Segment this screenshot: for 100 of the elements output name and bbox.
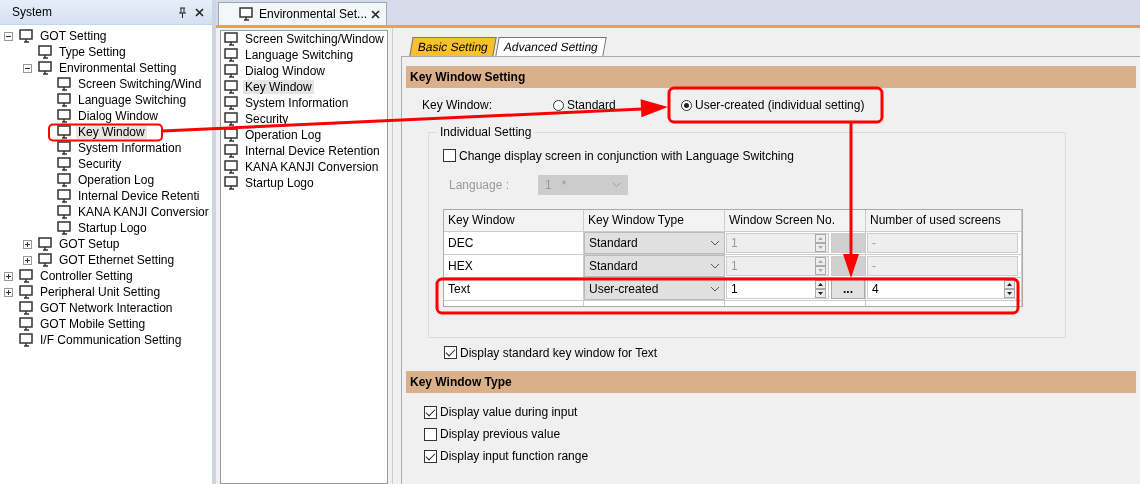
tree-item[interactable]: GOT Setting: [38, 29, 109, 43]
expander-icon[interactable]: [4, 287, 13, 297]
monitor-icon: [38, 253, 54, 267]
document-tab[interactable]: Environmental Set...: [218, 2, 388, 25]
monitor-icon: [19, 269, 35, 283]
settings-tab[interactable]: Basic Setting: [409, 37, 497, 56]
checkbox[interactable]: [424, 449, 437, 463]
group-title: Individual Setting: [439, 125, 533, 139]
tree-item[interactable]: GOT Mobile Setting: [38, 317, 148, 331]
monitor-icon: [224, 112, 240, 126]
field-label: Language :: [449, 178, 511, 192]
radio-button[interactable]: [681, 99, 692, 111]
settings-tab[interactable]: Advanced Setting: [495, 37, 607, 56]
tree-item[interactable]: Type Setting: [57, 45, 128, 59]
checkbox[interactable]: [444, 346, 457, 359]
column-header: Key Window: [444, 210, 584, 232]
monitor-icon: [224, 96, 240, 110]
list-item[interactable]: Internal Device Retention: [243, 144, 382, 158]
monitor-icon: [57, 125, 73, 139]
checkbox-label: Display standard key window for Text: [460, 345, 658, 360]
monitor-icon: [57, 173, 73, 187]
radio-label: Standard: [567, 98, 616, 112]
monitor-icon: [57, 109, 73, 123]
monitor-icon: [38, 61, 54, 75]
list-item[interactable]: Startup Logo: [243, 176, 316, 190]
caret-icon: [710, 263, 720, 269]
monitor-icon: [239, 7, 255, 21]
monitor-icon: [19, 333, 35, 347]
tree-item[interactable]: Peripheral Unit Setting: [38, 285, 163, 299]
tree-item[interactable]: Dialog Window: [76, 109, 161, 123]
radio-label: User-created (individual setting): [695, 98, 865, 112]
tree-item[interactable]: Screen Switching/Wind: [76, 77, 204, 91]
expander-icon[interactable]: [4, 31, 13, 41]
panel-title: System: [12, 5, 53, 19]
column-header: Key Window Type: [584, 210, 725, 232]
list-item[interactable]: Screen Switching/Window: [243, 32, 386, 46]
expander-icon[interactable]: [23, 255, 32, 265]
checkbox[interactable]: [443, 149, 456, 162]
monitor-icon: [19, 301, 35, 315]
monitor-icon: [224, 128, 240, 142]
spinner-arrows-icon[interactable]: [815, 280, 826, 298]
checkbox-label: Display input function range: [440, 449, 589, 463]
checkbox[interactable]: [424, 427, 437, 441]
close-icon[interactable]: [371, 9, 381, 19]
section-header: Key Window Type: [406, 371, 1136, 393]
monitor-icon: [57, 141, 73, 155]
monitor-icon: [57, 157, 73, 171]
expander-icon[interactable]: [4, 271, 13, 281]
caret-icon: [710, 286, 720, 292]
pin-icon[interactable]: [178, 6, 187, 18]
tree-item[interactable]: GOT Setup: [57, 237, 122, 251]
checkbox[interactable]: [424, 405, 437, 419]
checkbox-label: Change display screen in conjunction with Language Switching: [459, 148, 794, 163]
list-item[interactable]: Operation Log: [243, 128, 324, 142]
monitor-icon: [224, 48, 240, 62]
monitor-icon: [224, 176, 240, 190]
expander-icon[interactable]: [23, 63, 32, 73]
section-header: Key Window Setting: [406, 66, 1136, 88]
caret-icon: [612, 182, 621, 188]
monitor-icon: [38, 237, 54, 251]
monitor-icon: [19, 285, 35, 299]
list-item[interactable]: System Information: [243, 96, 351, 110]
monitor-icon: [57, 205, 73, 219]
monitor-icon: [19, 317, 35, 331]
caret-icon: [710, 240, 720, 246]
tree-item[interactable]: Controller Setting: [38, 269, 135, 283]
radio-button[interactable]: [553, 99, 564, 111]
list-item[interactable]: Dialog Window: [243, 64, 328, 78]
checkbox-label: Display value during input: [440, 405, 578, 419]
tree-item[interactable]: Operation Log: [76, 173, 157, 187]
monitor-icon: [57, 93, 73, 107]
tree-item[interactable]: Environmental Setting: [57, 61, 179, 75]
monitor-icon: [224, 64, 240, 78]
tree-item[interactable]: System Information: [76, 141, 184, 155]
tree-item[interactable]: I/F Communication Setting: [38, 333, 184, 347]
column-header: Number of used screens: [866, 210, 1022, 232]
browse-button[interactable]: ...: [831, 279, 865, 299]
expander-icon[interactable]: [23, 239, 32, 249]
tree-item[interactable]: GOT Ethernet Setting: [57, 253, 177, 267]
tree-item[interactable]: GOT Network Interaction: [38, 301, 175, 315]
column-header: Window Screen No.: [725, 210, 866, 232]
tree-item[interactable]: Security: [76, 157, 124, 171]
tree-item[interactable]: KANA KANJI Conversior: [76, 205, 211, 219]
field-label: Key Window:: [422, 98, 494, 112]
tree-item[interactable]: Startup Logo: [76, 221, 149, 235]
list-item[interactable]: Security: [243, 112, 291, 126]
list-item[interactable]: KANA KANJI Conversion: [243, 160, 381, 174]
monitor-icon: [57, 221, 73, 235]
number-field[interactable]: 1: [726, 279, 829, 299]
monitor-icon: [19, 29, 35, 43]
monitor-icon: [224, 160, 240, 174]
monitor-icon: [57, 77, 73, 91]
list-item[interactable]: Language Switching: [243, 48, 356, 62]
checkbox-label: Display previous value: [440, 427, 561, 441]
close-icon[interactable]: [195, 7, 204, 17]
spinner-arrows-icon[interactable]: [1004, 280, 1015, 298]
list-item[interactable]: Key Window: [243, 80, 314, 94]
tree-item[interactable]: Language Switching: [76, 93, 189, 107]
tree-item[interactable]: Internal Device Retenti: [76, 189, 202, 203]
monitor-icon: [224, 144, 240, 158]
